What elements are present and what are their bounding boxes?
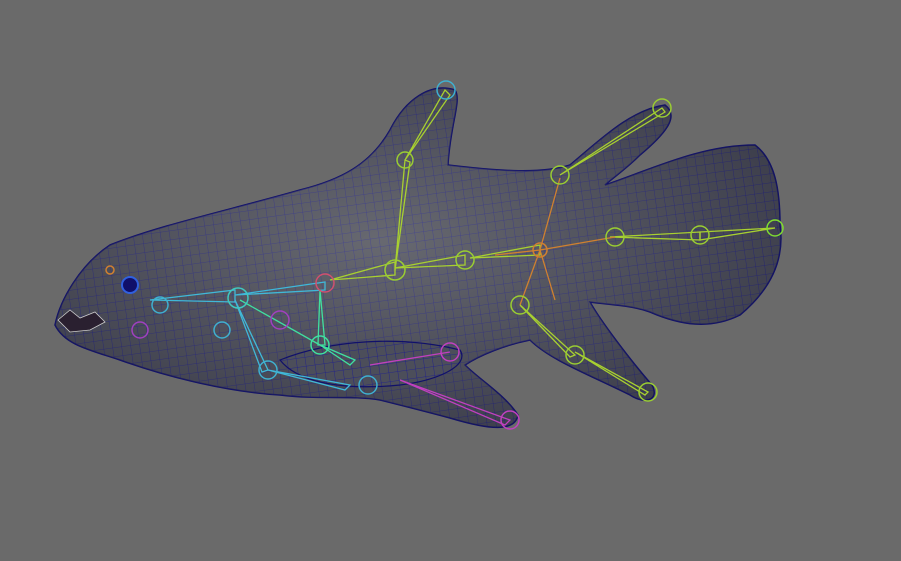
eye — [121, 276, 139, 294]
3d-viewport[interactable] — [0, 0, 901, 561]
viewport-canvas[interactable] — [0, 0, 901, 561]
fish-mesh[interactable] — [54, 87, 782, 429]
